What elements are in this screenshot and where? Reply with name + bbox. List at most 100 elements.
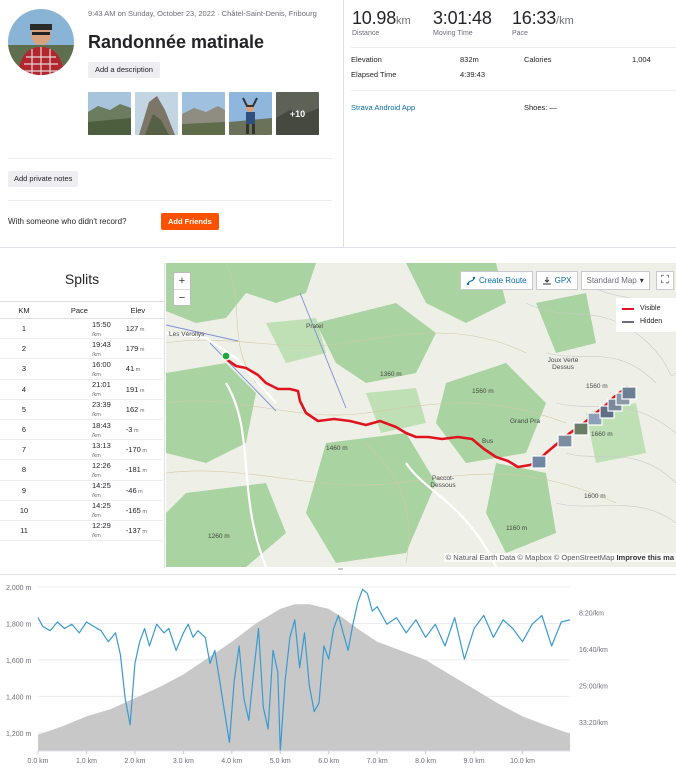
create-route-label: Create Route <box>479 276 527 285</box>
split-elev-value: -181 <box>125 465 141 475</box>
splits-table: KM Pace Elev 1 15:50 /km 127 m 2 19:43 /km 17… <box>0 301 165 542</box>
split-pace: 16:00 /km <box>48 358 111 380</box>
activity-title[interactable]: Randonnée matinale <box>88 32 264 53</box>
photo-thumbnail-more[interactable]: +10 <box>276 92 319 135</box>
divider <box>8 158 332 159</box>
split-pace-value: 14:25 <box>92 481 111 491</box>
device-link[interactable]: Strava Android App <box>351 103 415 112</box>
zoom-controls: + − <box>173 272 191 306</box>
split-km-value: 2 <box>21 344 27 354</box>
divider <box>8 200 332 201</box>
add-private-notes-button[interactable]: Add private notes <box>8 171 79 187</box>
split-km: 1 <box>0 318 48 340</box>
improve-map-link[interactable]: Improve this ma <box>616 553 674 562</box>
split-pace-value: 14:25 <box>92 501 111 511</box>
split-km-value: 11 <box>20 525 28 535</box>
split-elev: -170 m <box>110 439 165 461</box>
split-elev-unit: m <box>140 448 147 455</box>
split-km: 2 <box>0 338 48 360</box>
stat-moving-time: 3:01:48 Moving Time <box>433 8 492 37</box>
y-right-axis-tick-label: 33:20/km <box>579 720 608 727</box>
route-icon <box>466 276 476 285</box>
map-toolbar: Create Route GPX Standard Map ▾ <box>460 271 650 290</box>
map-style-select[interactable]: Standard Map ▾ <box>580 271 650 290</box>
contour-label: 1360 m <box>380 371 402 378</box>
moving-time-label: Moving Time <box>433 30 473 37</box>
split-pace-unit: /km <box>92 392 101 399</box>
calories-label: Calories <box>524 55 552 64</box>
split-elev: -46 m <box>110 480 165 501</box>
split-km-value: 3 <box>21 364 27 374</box>
split-elev-value: -170 <box>125 445 141 455</box>
activity-datetime-location: 9:43 AM on Sunday, October 23, 2022 · Ch… <box>88 9 317 18</box>
resize-handle-icon[interactable]: ═ <box>338 566 343 573</box>
photo-thumbnail[interactable] <box>182 92 225 135</box>
split-pace-unit: /km <box>92 533 101 540</box>
split-pace: 12:26 /km <box>48 459 111 481</box>
create-route-button[interactable]: Create Route <box>460 271 533 290</box>
x-axis-tick-label: 0.0 km <box>27 758 48 765</box>
start-marker[interactable] <box>221 351 231 361</box>
athlete-avatar[interactable] <box>8 9 74 75</box>
split-pace-unit: /km <box>92 331 101 338</box>
split-km: 10 <box>0 500 48 521</box>
split-elev-unit: m <box>140 508 147 515</box>
download-icon <box>542 276 551 284</box>
elevation-chart[interactable]: 2,000 m 1,800 m 1,600 m 1,400 m 1,200 m 8:20/… <box>0 574 676 772</box>
gpx-export-button[interactable]: GPX <box>535 271 578 290</box>
add-friends-button[interactable]: Add Friends <box>161 213 219 230</box>
place-label: Pratel <box>306 323 323 330</box>
route-legend: Visible Hidden <box>616 298 676 332</box>
split-km: 11 <box>0 520 48 542</box>
split-pace: 19:43 /km <box>48 338 111 360</box>
fullscreen-icon[interactable]: ⛶ <box>656 271 674 290</box>
contour-label: 1560 m <box>472 388 494 395</box>
split-km-value: 1 <box>21 324 27 334</box>
split-row: 6 18:43 /km -3 m <box>0 419 165 441</box>
split-elev-unit: m <box>138 407 145 414</box>
split-pace-unit: /km <box>92 412 101 419</box>
photo-thumbnail[interactable] <box>229 92 272 135</box>
split-pace-value: 16:00 <box>92 359 111 369</box>
split-pace-unit: /km <box>92 513 101 520</box>
split-pace-unit: /km <box>92 452 101 459</box>
split-elev-unit: m <box>138 347 145 354</box>
gpx-label: GPX <box>554 276 572 285</box>
split-elev-value: 162 <box>125 404 139 414</box>
split-pace-unit: /km <box>92 472 101 479</box>
split-km-value: 7 <box>21 445 27 455</box>
split-pace-value: 23:39 <box>92 400 111 410</box>
divider <box>343 0 344 248</box>
column-header-elev: Elev <box>110 301 165 319</box>
split-pace-unit: /km <box>92 351 101 358</box>
split-elev: -3 m <box>110 419 165 441</box>
split-row: 9 14:25 /km -46 m <box>0 480 165 501</box>
y-right-axis-tick-label: 8:20/km <box>579 611 604 618</box>
route-map[interactable]: Les Véroliys Joux Verte Dessus Grand Pra… <box>166 263 676 567</box>
split-elev: 41 m <box>110 358 165 380</box>
split-km: 5 <box>0 399 48 420</box>
y-axis-tick-label: 1,200 m <box>6 731 31 738</box>
splits-body: 1 15:50 /km 127 m 2 19:43 /km 179 m 3 16:00 /km… <box>0 318 165 542</box>
photo-thumbnail[interactable] <box>135 92 178 135</box>
x-axis-tick-label: 3.0 km <box>173 758 194 765</box>
zoom-in-button[interactable]: + <box>174 273 190 289</box>
split-pace-value: 13:13 <box>92 440 111 450</box>
split-pace-unit: /km <box>92 371 101 378</box>
zoom-out-button[interactable]: − <box>174 289 190 305</box>
x-axis-tick-label: 4.0 km <box>221 758 242 765</box>
divider <box>351 47 676 48</box>
map-canvas[interactable] <box>166 263 676 567</box>
split-elev: 191 m <box>110 379 165 400</box>
split-elev-value: -137 <box>125 525 141 535</box>
photo-thumbnail[interactable] <box>88 92 131 135</box>
x-axis-tick-label: 8.0 km <box>415 758 436 765</box>
contour-label: 1600 m <box>584 493 606 500</box>
split-row: 8 12:26 /km -181 m <box>0 459 165 481</box>
split-row: 11 12:29 /km -137 m <box>0 520 165 542</box>
add-description-button[interactable]: Add a description <box>88 62 160 78</box>
split-pace: 21:01 /km <box>48 379 111 400</box>
contour-label: 1160 m <box>506 525 528 532</box>
split-elev-value: -46 <box>125 485 137 495</box>
split-elev-unit: m <box>140 468 147 475</box>
